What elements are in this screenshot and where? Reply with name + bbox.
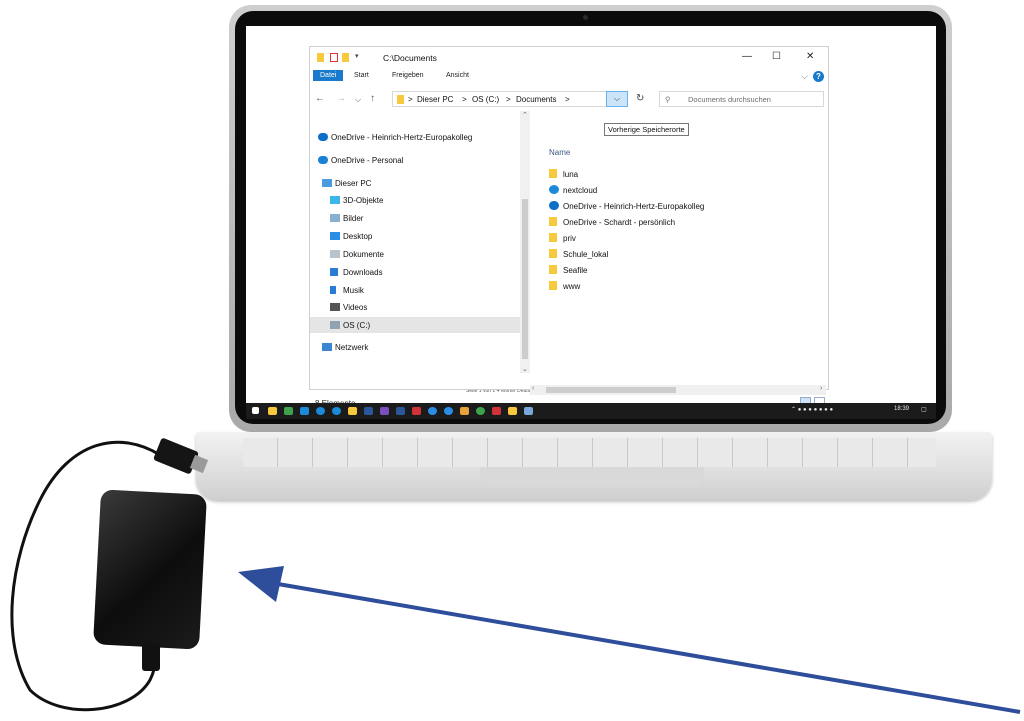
blue-arrow-icon [238, 566, 1021, 714]
